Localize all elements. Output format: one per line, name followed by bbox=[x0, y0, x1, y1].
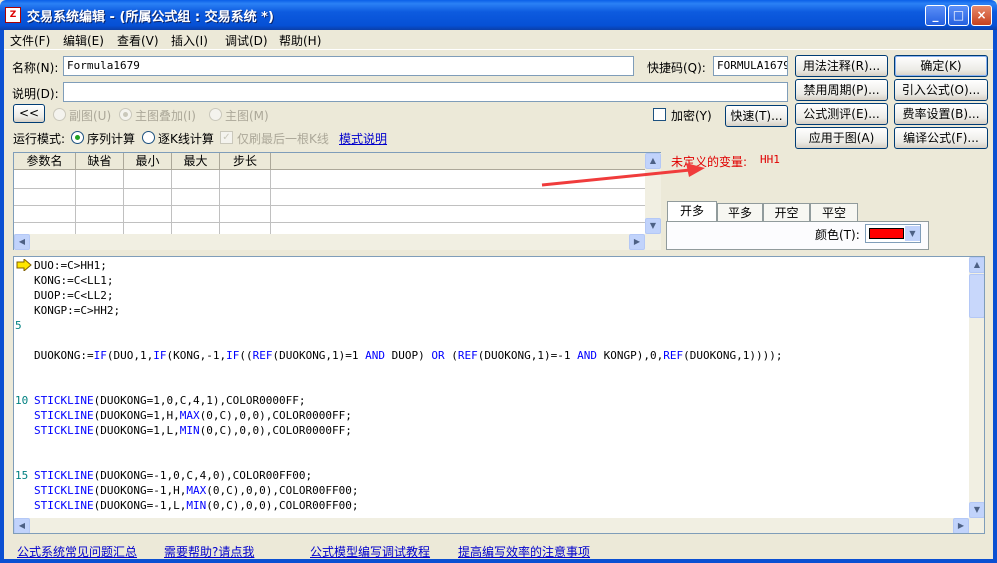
line-number: 10 bbox=[15, 394, 29, 407]
usage-notes-button[interactable]: 用法注释(R)... bbox=[795, 55, 888, 77]
only-last-kline-label: 仅刷最后一根K线 bbox=[237, 132, 329, 146]
description-input[interactable] bbox=[63, 82, 788, 102]
shortcut-input[interactable]: FORMULA1679 bbox=[713, 56, 788, 76]
quick-button[interactable]: 快速(T)... bbox=[725, 105, 788, 127]
only-last-kline-checkbox[interactable]: ✓ bbox=[220, 131, 233, 144]
radio-kline-calc-label: 逐K线计算 bbox=[158, 132, 214, 146]
description-label: 说明(D): bbox=[12, 87, 59, 101]
tab-close-short[interactable]: 平空 bbox=[810, 203, 858, 223]
col-param-name: 参数名 bbox=[14, 153, 76, 170]
editor-scroll-right-icon[interactable]: ▶ bbox=[953, 518, 969, 533]
menu-edit[interactable]: 编辑(E) bbox=[63, 32, 104, 49]
scroll-right-icon[interactable]: ▶ bbox=[629, 234, 645, 250]
line-number: 15 bbox=[15, 469, 29, 482]
col-min: 最小 bbox=[124, 153, 172, 170]
run-mode-label: 运行模式: bbox=[13, 132, 66, 146]
radio-main-overlay-label: 主图叠加(I) bbox=[135, 109, 196, 123]
color-swatch bbox=[869, 228, 904, 239]
menu-insert[interactable]: 插入(I) bbox=[171, 32, 208, 49]
tab-open-short[interactable]: 开空 bbox=[763, 203, 810, 223]
current-line-arrow-icon bbox=[16, 259, 32, 271]
mode-help-link[interactable]: 模式说明 bbox=[339, 130, 387, 147]
tab-open-long[interactable]: 开多 bbox=[667, 201, 717, 223]
code-line[interactable]: STICKLINE(DUOKONG=1,L,MIN(0,C),0,0),COLO… bbox=[34, 424, 352, 438]
editor-scroll-down-icon[interactable]: ▼ bbox=[969, 502, 984, 518]
formula-evaluate-button[interactable]: 公式测评(E)... bbox=[795, 103, 888, 125]
ok-button[interactable]: 确定(K) bbox=[894, 55, 988, 77]
editor-hscroll[interactable] bbox=[14, 518, 984, 533]
radio-sequence-calc-label: 序列计算 bbox=[87, 132, 136, 146]
col-default: 缺省 bbox=[76, 153, 124, 170]
import-formula-button[interactable]: 引入公式(O)... bbox=[894, 79, 988, 101]
code-line[interactable]: DUOP:=C<LL2; bbox=[34, 289, 113, 303]
radio-kline-calc[interactable] bbox=[142, 131, 155, 144]
color-label: 颜色(T): bbox=[815, 228, 860, 242]
radio-main-overlay[interactable] bbox=[119, 108, 132, 121]
line-number: 5 bbox=[15, 319, 22, 332]
shortcut-label: 快捷码(Q): bbox=[647, 61, 706, 75]
radio-sub-chart[interactable] bbox=[53, 108, 66, 121]
editor-scroll-thumb[interactable] bbox=[969, 274, 984, 318]
code-line[interactable]: DUOKONG:=IF(DUO,1,IF(KONG,-1,IF((REF(DUO… bbox=[34, 349, 782, 363]
link-efficiency[interactable]: 提高编写效率的注意事项 bbox=[458, 543, 590, 560]
link-help[interactable]: 需要帮助?请点我 bbox=[164, 543, 254, 560]
tab-close-long[interactable]: 平多 bbox=[717, 203, 763, 223]
close-button[interactable]: × bbox=[971, 5, 992, 26]
code-line[interactable]: KONG:=C<LL1; bbox=[34, 274, 113, 288]
code-line[interactable]: KONGP:=C>HH2; bbox=[34, 304, 120, 318]
app-icon: Z bbox=[5, 7, 21, 23]
col-max: 最大 bbox=[172, 153, 220, 170]
code-line[interactable]: STICKLINE(DUOKONG=-1,L,MIN(0,C),0,0),COL… bbox=[34, 499, 359, 513]
minimize-button[interactable]: _ bbox=[925, 5, 946, 26]
radio-sub-chart-label: 副图(U) bbox=[69, 109, 112, 123]
name-input[interactable]: Formula1679 bbox=[63, 56, 634, 76]
scroll-down-icon[interactable]: ▼ bbox=[645, 218, 661, 234]
name-label: 名称(N): bbox=[12, 61, 59, 75]
editor-scroll-left-icon[interactable]: ◀ bbox=[14, 518, 30, 533]
link-faq[interactable]: 公式系统常见问题汇总 bbox=[17, 543, 137, 560]
disable-period-button[interactable]: 禁用周期(P)... bbox=[795, 79, 888, 101]
code-line[interactable]: STICKLINE(DUOKONG=1,H,MAX(0,C),0,0),COLO… bbox=[34, 409, 352, 423]
code-editor[interactable]: DUO:=C>HH1; KONG:=C<LL1; DUOP:=C<LL2; KONGP… bbox=[13, 256, 985, 534]
code-line[interactable]: STICKLINE(DUOKONG=-1,H,MAX(0,C),0,0),COL… bbox=[34, 484, 359, 498]
editor-scroll-up-icon[interactable]: ▲ bbox=[969, 257, 984, 273]
annotation-arrow-icon bbox=[541, 163, 705, 187]
link-tutorial[interactable]: 公式模型编写调试教程 bbox=[310, 543, 430, 560]
col-step: 步长 bbox=[220, 153, 271, 170]
window-frame-left bbox=[0, 30, 4, 563]
apply-to-chart-button[interactable]: 应用于图(A) bbox=[795, 127, 888, 149]
menu-file[interactable]: 文件(F) bbox=[10, 32, 50, 49]
radio-sequence-calc[interactable] bbox=[71, 131, 84, 144]
code-line[interactable]: STICKLINE(DUOKONG=-1,0,C,4,0),COLOR00FF0… bbox=[34, 469, 312, 483]
code-line[interactable]: STICKLINE(DUOKONG=1,0,C,4,1),COLOR0000FF… bbox=[34, 394, 306, 408]
maximize-button[interactable]: □ bbox=[948, 5, 969, 26]
radio-main-chart[interactable] bbox=[209, 108, 222, 121]
window-frame-right bbox=[993, 30, 997, 563]
undefined-var-value: HH1 bbox=[760, 153, 780, 166]
menu-help[interactable]: 帮助(H) bbox=[279, 32, 321, 49]
radio-main-chart-label: 主图(M) bbox=[225, 109, 269, 123]
menu-debug[interactable]: 调试(D) bbox=[225, 32, 268, 49]
color-select[interactable]: ▼ bbox=[865, 224, 921, 243]
fee-settings-button[interactable]: 费率设置(B)... bbox=[894, 103, 988, 125]
chevron-down-icon[interactable]: ▼ bbox=[905, 226, 920, 241]
encrypt-checkbox[interactable] bbox=[653, 108, 666, 121]
encrypt-label: 加密(Y) bbox=[671, 109, 712, 123]
code-line[interactable]: DUO:=C>HH1; bbox=[34, 259, 107, 273]
menu-view[interactable]: 查看(V) bbox=[117, 32, 159, 49]
compile-formula-button[interactable]: 编译公式(F)... bbox=[894, 127, 988, 149]
scroll-left-icon[interactable]: ◀ bbox=[14, 234, 30, 250]
collapse-button[interactable]: << bbox=[13, 104, 45, 123]
param-grid-hscroll[interactable] bbox=[14, 234, 661, 250]
window-title: 交易系统编辑 - (所属公式组 : 交易系统 *) bbox=[27, 10, 274, 25]
